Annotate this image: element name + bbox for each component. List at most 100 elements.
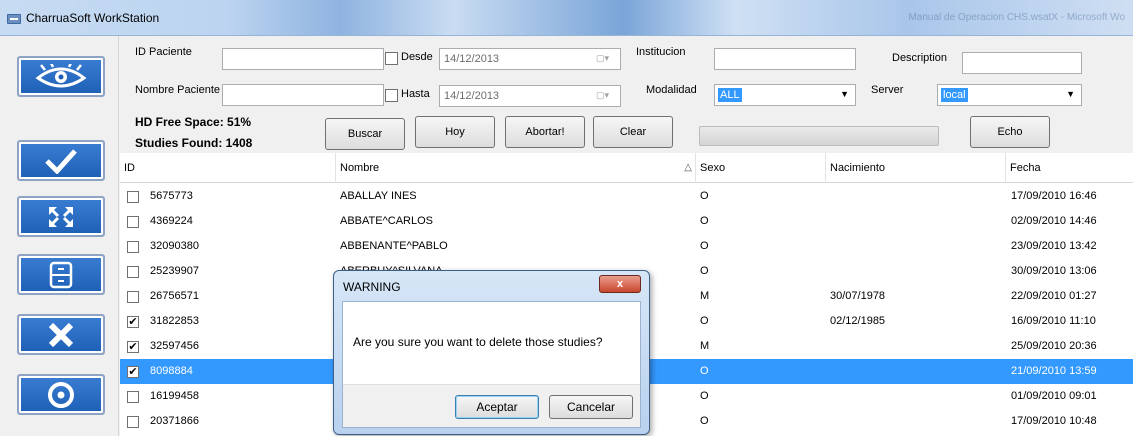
title-bar: CharruaSoft WorkStation Manual de Operac…	[0, 0, 1133, 36]
hoy-button[interactable]: Hoy	[415, 116, 495, 148]
cell-fecha: 02/09/2010 14:46	[1011, 215, 1097, 227]
column-header-sexo[interactable]: Sexo	[696, 153, 826, 183]
app-icon	[7, 14, 21, 24]
table-row[interactable]: 4369224 ABBATE^CARLOS O 02/09/2010 14:46	[120, 209, 1133, 234]
calendar-dropdown-icon: ▢▾	[596, 90, 610, 100]
column-header-id[interactable]: ID	[120, 153, 336, 183]
row-checkbox[interactable]: ✔	[127, 341, 139, 353]
desde-checkbox[interactable]	[385, 52, 398, 65]
clear-button[interactable]: Clear	[593, 116, 673, 148]
cell-nacimiento: 30/07/1978	[830, 290, 886, 302]
table-header: ID Nombre △ Sexo Nacimiento Fecha	[120, 153, 1133, 183]
dialog-title: WARNING	[343, 280, 401, 294]
row-checkbox[interactable]	[127, 291, 139, 303]
cell-sexo: O	[700, 415, 709, 427]
institucion-label: Institucion	[636, 46, 686, 58]
window-title: CharruaSoft WorkStation	[26, 11, 160, 25]
expand-icon	[46, 204, 76, 230]
cell-id: 16199458	[150, 390, 199, 402]
row-checkbox[interactable]	[127, 391, 139, 403]
burn-cd-button[interactable]	[17, 374, 105, 415]
column-header-fecha[interactable]: Fecha	[1006, 153, 1133, 183]
dialog-body: Are you sure you want to delete those st…	[342, 301, 641, 428]
cell-sexo: O	[700, 390, 709, 402]
cell-nacimiento: 02/12/1985	[830, 315, 886, 327]
dialog-close-button[interactable]: x	[599, 275, 641, 293]
server-label: Server	[871, 84, 904, 96]
sort-ascending-icon: △	[684, 162, 692, 173]
cell-sexo: O	[700, 215, 709, 227]
buscar-button[interactable]: Buscar	[325, 118, 405, 150]
chevron-down-icon: ▼	[840, 89, 849, 99]
expand-button[interactable]	[17, 196, 105, 237]
id-paciente-input[interactable]	[222, 48, 384, 70]
cell-id: 32597456	[150, 340, 199, 352]
hasta-date-value: 14/12/2013	[444, 90, 500, 102]
column-header-nombre[interactable]: Nombre △	[336, 153, 696, 183]
warning-dialog: WARNING x Are you sure you want to delet…	[333, 270, 650, 435]
modalidad-label: Modalidad	[646, 84, 697, 96]
modalidad-selected: ALL	[718, 88, 742, 102]
abortar-button[interactable]: Abortar!	[505, 116, 585, 148]
cell-fecha: 25/09/2010 20:36	[1011, 340, 1097, 352]
view-button[interactable]	[17, 56, 105, 97]
calendar-dropdown-icon: ▢▾	[596, 53, 610, 63]
institucion-input[interactable]	[714, 48, 856, 70]
table-row[interactable]: 5675773 ABALLAY INES O 17/09/2010 16:46	[120, 184, 1133, 209]
modalidad-select[interactable]: ALL ▼	[714, 84, 856, 106]
cell-sexo: O	[700, 315, 709, 327]
server-select[interactable]: local ▼	[937, 84, 1082, 106]
search-panel: ID Paciente Nombre Paciente Desde 14/12/…	[119, 36, 1133, 153]
cell-sexo: O	[700, 190, 709, 202]
aceptar-button[interactable]: Aceptar	[455, 395, 539, 419]
row-checkbox[interactable]	[127, 191, 139, 203]
sidebar	[0, 36, 119, 436]
select-button[interactable]	[17, 140, 105, 181]
cell-sexo: O	[700, 365, 709, 377]
cell-fecha: 01/09/2010 09:01	[1011, 390, 1097, 402]
echo-button[interactable]: Echo	[970, 116, 1050, 148]
archive-button[interactable]	[17, 254, 105, 295]
cell-nombre: ABBENANTE^PABLO	[340, 240, 448, 252]
table-row[interactable]: 32090380 ABBENANTE^PABLO O 23/09/2010 13:42	[120, 234, 1133, 259]
hasta-label: Hasta	[401, 88, 430, 100]
cell-sexo: M	[700, 340, 710, 352]
column-header-nombre-label: Nombre	[340, 162, 380, 174]
desde-date-value: 14/12/2013	[444, 53, 500, 65]
nombre-paciente-input[interactable]	[222, 84, 384, 106]
row-checkbox[interactable]	[127, 266, 139, 278]
progress-bar	[699, 126, 939, 146]
cell-sexo: O	[700, 240, 709, 252]
cell-fecha: 23/09/2010 13:42	[1011, 240, 1097, 252]
description-label: Description	[892, 52, 948, 64]
cell-nombre: ABBATE^CARLOS	[340, 215, 433, 227]
delete-button[interactable]	[17, 314, 105, 355]
description-input[interactable]	[962, 52, 1082, 74]
row-checkbox[interactable]	[127, 416, 139, 428]
cell-id: 5675773	[150, 190, 193, 202]
cell-id: 26756571	[150, 290, 199, 302]
close-icon: x	[616, 278, 624, 290]
row-checkbox[interactable]: ✔	[127, 366, 139, 378]
cell-id: 8098884	[150, 365, 193, 377]
dialog-footer: Aceptar Cancelar	[343, 384, 640, 427]
row-checkbox[interactable]	[127, 241, 139, 253]
cell-id: 25239907	[150, 265, 199, 277]
cell-id: 32090380	[150, 240, 199, 252]
background-window-title: Manual de Operacion CHS.wsatX - Microsof…	[908, 12, 1125, 23]
eye-icon	[34, 63, 88, 90]
desde-label: Desde	[401, 51, 433, 63]
cancelar-button[interactable]: Cancelar	[549, 395, 633, 419]
cell-fecha: 22/09/2010 01:27	[1011, 290, 1097, 302]
cell-id: 20371866	[150, 415, 199, 427]
row-checkbox[interactable]	[127, 216, 139, 228]
desde-date-picker[interactable]: 14/12/2013 ▢▾	[439, 48, 621, 70]
hasta-checkbox[interactable]	[385, 89, 398, 102]
row-checkbox[interactable]: ✔	[127, 316, 139, 328]
hd-free-space: HD Free Space: 51%	[135, 115, 252, 129]
dialog-message: Are you sure you want to delete those st…	[353, 335, 603, 349]
studies-found: Studies Found: 1408	[135, 136, 253, 150]
hasta-date-picker[interactable]: 14/12/2013 ▢▾	[439, 85, 621, 107]
column-header-nacimiento[interactable]: Nacimiento	[826, 153, 1006, 183]
cell-id: 4369224	[150, 215, 193, 227]
